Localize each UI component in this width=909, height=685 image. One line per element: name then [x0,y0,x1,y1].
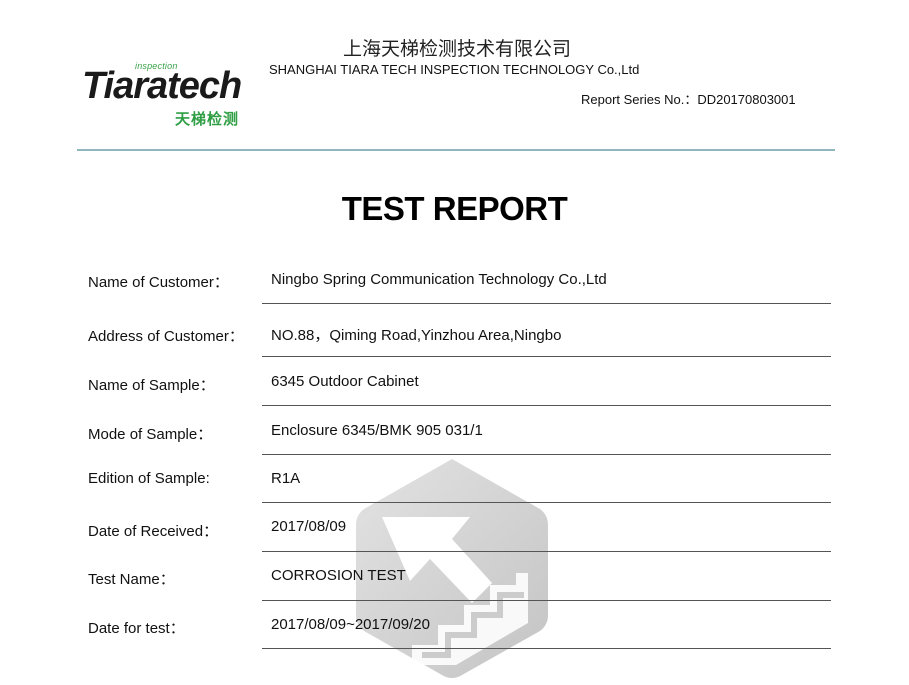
field-underline [262,648,831,649]
sample-edition-label: Edition of Sample: [88,470,210,487]
field-underline [262,356,831,357]
field-underline [262,502,831,503]
customer-name-label: Name of Customer： [88,274,229,291]
customer-address-value: NO.88，Qiming Road,Yinzhou Area,Ningbo [271,327,562,344]
sample-name-value: 6345 Outdoor Cabinet [271,373,419,390]
test-date-value: 2017/08/09~2017/09/20 [271,616,430,633]
sample-mode-value: Enclosure 6345/BMK 905 031/1 [271,422,483,439]
field-underline [262,454,831,455]
date-received-label: Date of Received： [88,523,219,540]
date-received-value: 2017/08/09 [271,518,347,535]
field-underline [262,303,831,304]
sample-edition-value: R1A [271,470,301,487]
sample-name-label: Name of Sample： [88,377,215,394]
field-underline [262,405,831,406]
customer-address-label: Address of Customer： [88,328,244,345]
report-fields: Name of Customer： Ningbo Spring Communic… [0,0,909,685]
test-date-label: Date for test： [88,620,185,637]
test-name-value: CORROSION TEST [271,567,406,584]
customer-name-value: Ningbo Spring Communication Technology C… [271,271,607,288]
field-underline [262,600,831,601]
test-name-label: Test Name： [88,571,175,588]
sample-mode-label: Mode of Sample： [88,426,213,443]
field-underline [262,551,831,552]
